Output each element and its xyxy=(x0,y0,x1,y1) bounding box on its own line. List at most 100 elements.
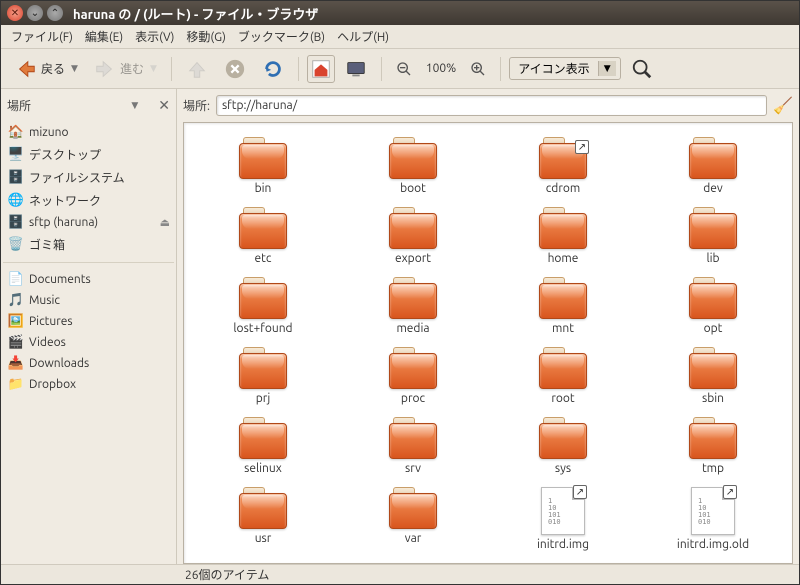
file-item-lib[interactable]: lib xyxy=(642,205,784,267)
place-label: mizuno xyxy=(29,126,170,139)
file-item-usr[interactable]: usr xyxy=(192,485,334,553)
file-item-var[interactable]: var xyxy=(342,485,484,553)
location-bar: 場所: 🧹 xyxy=(177,89,799,122)
file-item-lost-found[interactable]: lost+found xyxy=(192,275,334,337)
file-item-initrd-img-old[interactable]: 110101010↗initrd.img.old xyxy=(642,485,784,553)
sidebar-place-4[interactable]: 🗄️sftp (haruna)⏏ xyxy=(5,212,172,233)
up-button xyxy=(180,54,214,84)
sidebar-place-5[interactable]: 🗑️ゴミ箱 xyxy=(5,233,172,256)
file-item-selinux[interactable]: selinux xyxy=(192,415,334,477)
sidebar-bookmark-0[interactable]: 📄Documents xyxy=(5,269,172,290)
computer-button[interactable] xyxy=(339,54,373,84)
back-button[interactable]: 戻る ▼ xyxy=(9,54,84,84)
sidebar-place-2[interactable]: 🗄️ファイルシステム xyxy=(5,166,172,189)
zoom-in-button[interactable] xyxy=(464,57,492,81)
folder-icon xyxy=(237,277,289,319)
file-item-proc[interactable]: proc xyxy=(342,345,484,407)
location-input[interactable] xyxy=(216,95,767,116)
sidebar-bookmark-4[interactable]: 📥Downloads xyxy=(5,353,172,374)
search-button[interactable] xyxy=(625,54,659,84)
clear-location-button[interactable]: 🧹 xyxy=(773,96,793,115)
menu-item-4[interactable]: ブックマーク(B) xyxy=(232,25,331,48)
sidebar-place-1[interactable]: 🖥️デスクトップ xyxy=(5,143,172,166)
eject-icon[interactable]: ⏏ xyxy=(160,216,170,229)
file-item-prj[interactable]: prj xyxy=(192,345,334,407)
menu-item-5[interactable]: ヘルプ(H) xyxy=(331,25,395,48)
place-label: Pictures xyxy=(29,315,170,328)
place-icon: 🌐 xyxy=(7,193,25,208)
folder-icon xyxy=(537,207,589,249)
zoom-out-button[interactable] xyxy=(390,57,418,81)
file-item-mnt[interactable]: mnt xyxy=(492,275,634,337)
reload-icon xyxy=(262,58,284,80)
place-label: Dropbox xyxy=(29,378,170,391)
file-item-srv[interactable]: srv xyxy=(342,415,484,477)
file-name: selinux xyxy=(244,462,282,475)
file-item-opt[interactable]: opt xyxy=(642,275,784,337)
file-item-dev[interactable]: dev xyxy=(642,135,784,197)
file-item-root[interactable]: root xyxy=(492,345,634,407)
folder-icon xyxy=(387,137,439,179)
menu-item-3[interactable]: 移動(G) xyxy=(180,25,232,48)
file-icon: 110101010↗ xyxy=(541,487,585,535)
chevron-down-icon[interactable]: ▼ xyxy=(131,100,138,111)
file-name: lost+found xyxy=(233,322,292,335)
chevron-down-icon: ▼ xyxy=(598,61,616,76)
file-name: root xyxy=(551,392,574,405)
separator xyxy=(298,57,299,81)
sidebar-header: 場所 xyxy=(7,97,131,114)
sidebar-close-button[interactable]: ✕ xyxy=(158,97,170,114)
sidebar-bookmark-3[interactable]: 🎬Videos xyxy=(5,332,172,353)
file-item-initrd-img[interactable]: 110101010↗initrd.img xyxy=(492,485,634,553)
window-close-button[interactable]: ✕ xyxy=(7,5,23,21)
arrow-up-icon xyxy=(186,58,208,80)
sidebar-bookmark-5[interactable]: 📁 Dropbox xyxy=(5,374,172,395)
file-item-sys[interactable]: sys xyxy=(492,415,634,477)
file-item-sbin[interactable]: sbin xyxy=(642,345,784,407)
sidebar-place-0[interactable]: 🏠 mizuno xyxy=(5,122,172,143)
file-name: cdrom xyxy=(546,182,580,195)
arrow-right-icon xyxy=(94,58,116,80)
file-grid: bin boot↗cdromdev etcexporthome lib lost+fou… xyxy=(183,122,793,564)
file-item-bin[interactable]: bin xyxy=(192,135,334,197)
file-name: bin xyxy=(255,182,272,195)
sidebar-bookmark-2[interactable]: 🖼️Pictures xyxy=(5,311,172,332)
folder-icon xyxy=(687,137,739,179)
file-item-boot[interactable]: boot xyxy=(342,135,484,197)
file-name: usr xyxy=(255,532,272,545)
sidebar-bookmark-1[interactable]: 🎵Music xyxy=(5,290,172,311)
reload-button[interactable] xyxy=(256,54,290,84)
window-maximize-button[interactable]: ⌃ xyxy=(47,5,63,21)
file-item-media[interactable]: media xyxy=(342,275,484,337)
file-item-home[interactable]: home xyxy=(492,205,634,267)
arrow-left-icon xyxy=(15,58,37,80)
file-item-export[interactable]: export xyxy=(342,205,484,267)
file-name: var xyxy=(405,532,422,545)
file-item-etc[interactable]: etc xyxy=(192,205,334,267)
menu-item-0[interactable]: ファイル(F) xyxy=(5,25,79,48)
file-item-tmp[interactable]: tmp xyxy=(642,415,784,477)
toolbar: 戻る ▼ 進む ▼ 100% アイコン表示 ▼ xyxy=(1,49,799,89)
stop-button[interactable] xyxy=(218,54,252,84)
place-icon: 🏠 xyxy=(7,125,25,140)
file-name: tmp xyxy=(702,462,724,475)
view-mode-selector[interactable]: アイコン表示 ▼ xyxy=(509,57,620,80)
file-item-cdrom[interactable]: ↗cdrom xyxy=(492,135,634,197)
file-name: lib xyxy=(706,252,719,265)
menu-item-1[interactable]: 編集(E) xyxy=(79,25,129,48)
window-minimize-button[interactable]: ⌄ xyxy=(27,5,43,21)
home-button[interactable] xyxy=(307,55,335,83)
home-icon xyxy=(310,58,332,80)
menu-bar: ファイル(F)編集(E)表示(V)移動(G)ブックマーク(B)ヘルプ(H) xyxy=(1,25,799,49)
folder-icon xyxy=(387,417,439,459)
zoom-level: 100% xyxy=(422,62,460,75)
place-label: Music xyxy=(29,294,170,307)
sidebar-place-3[interactable]: 🌐 ネットワーク xyxy=(5,189,172,212)
menu-item-2[interactable]: 表示(V) xyxy=(129,25,180,48)
place-icon: 📁 xyxy=(7,377,25,392)
file-name: media xyxy=(396,322,429,335)
file-name: mnt xyxy=(552,322,574,335)
folder-icon xyxy=(687,207,739,249)
file-name: sbin xyxy=(702,392,724,405)
place-label: ネットワーク xyxy=(29,192,170,209)
